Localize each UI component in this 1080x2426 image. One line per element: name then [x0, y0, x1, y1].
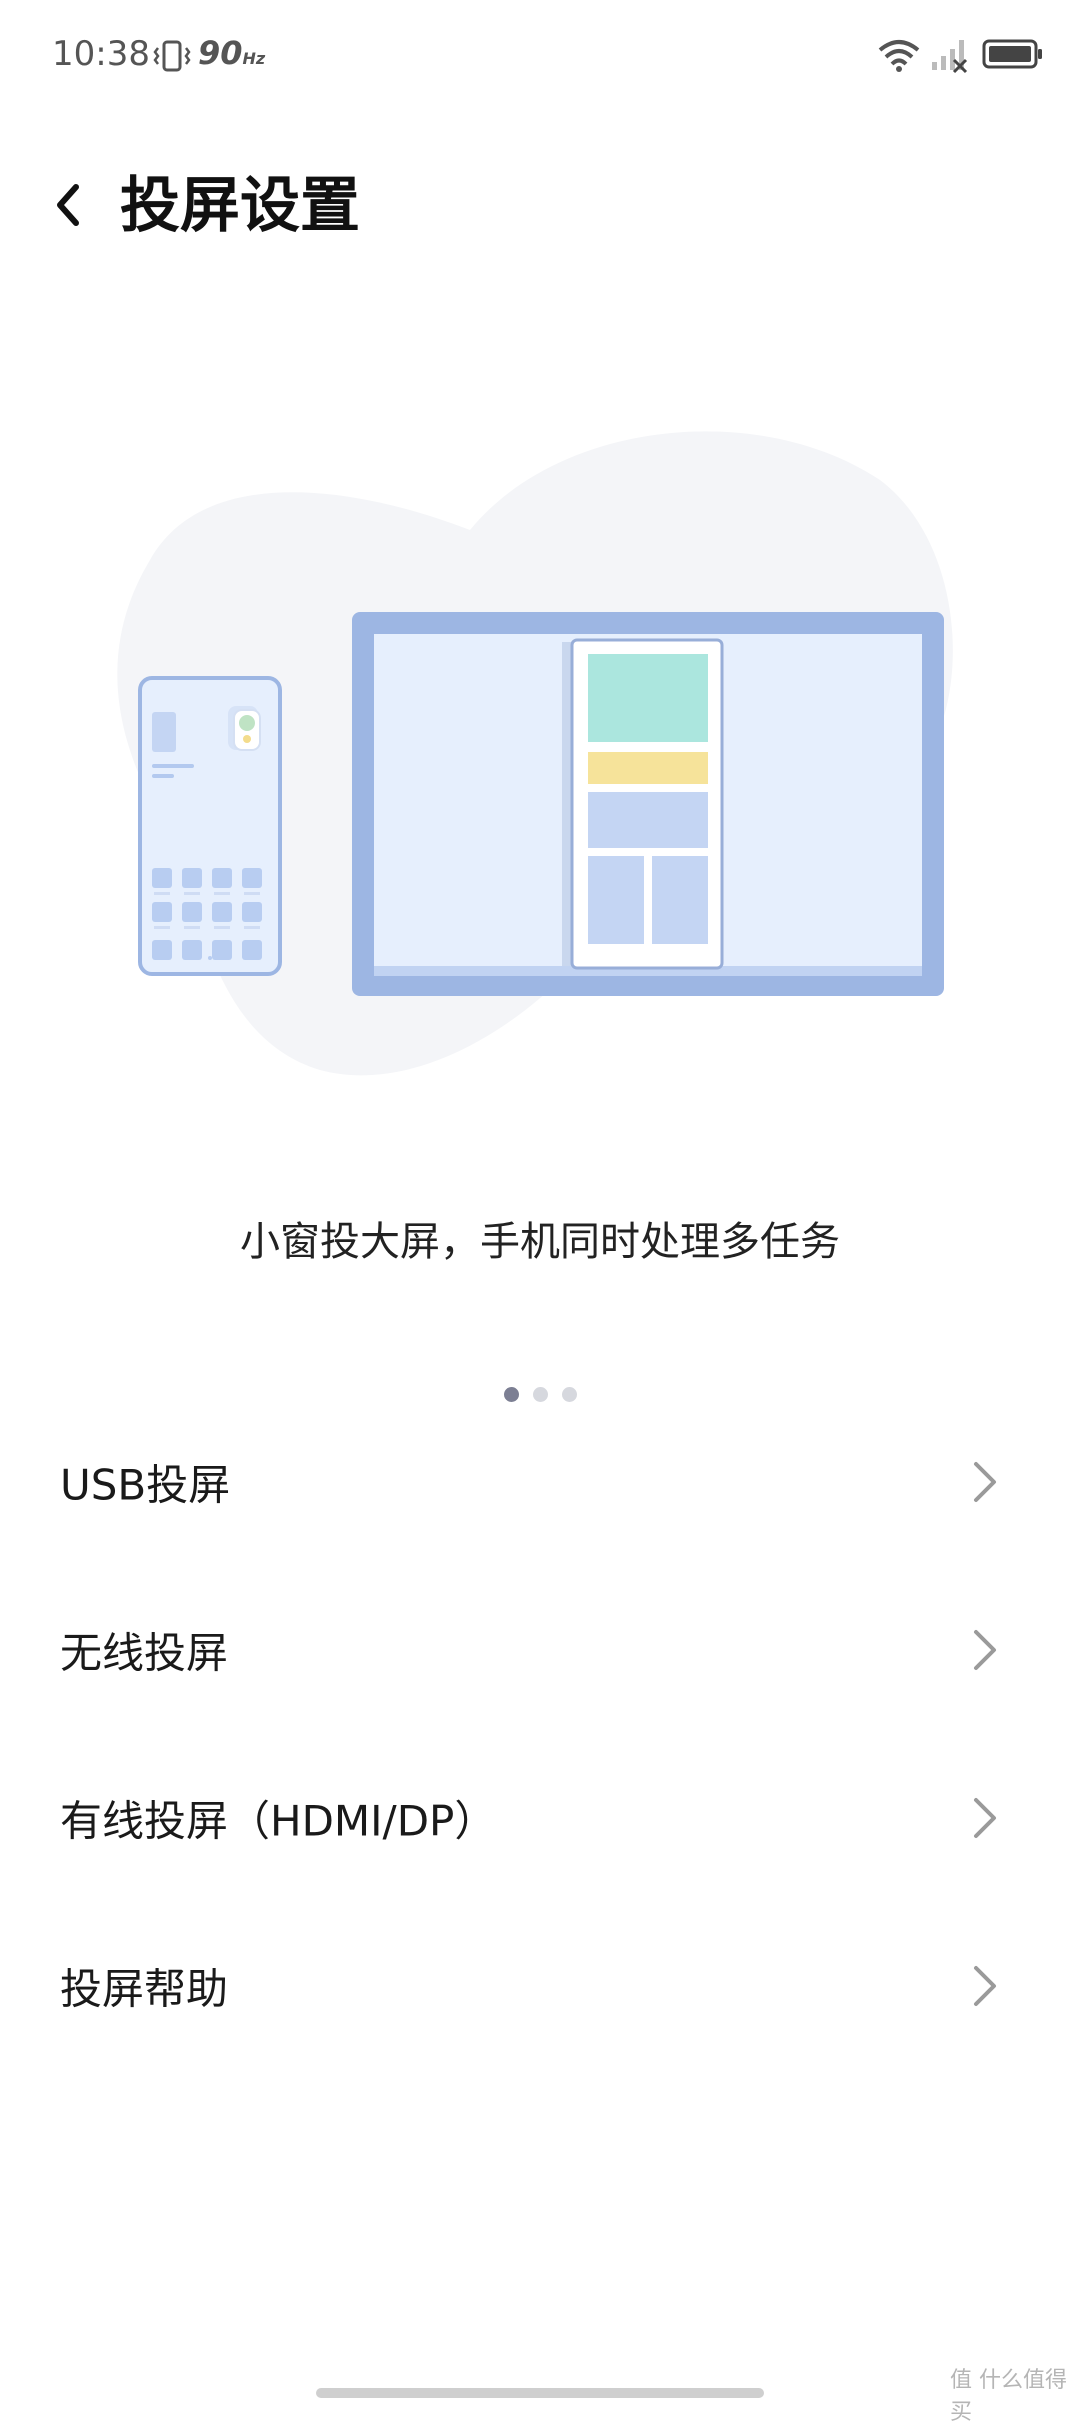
screen-cast-illustration — [117, 431, 953, 1076]
monitor-illustration — [352, 612, 944, 996]
menu-item-label: 无线投屏 — [60, 1628, 229, 1678]
refresh-rate: 90Hz — [198, 34, 266, 72]
page-title: 投屏设置 — [120, 171, 360, 241]
chevron-right-icon — [974, 1630, 996, 1670]
status-bar: 10:38 90Hz — [0, 0, 1080, 110]
menu-list: USB投屏 无线投屏 有线投屏（HDMI/DP） 投屏帮助 — [0, 1398, 1080, 2070]
phone-illustration — [138, 676, 282, 976]
chevron-right-icon — [974, 1462, 996, 1502]
chevron-right-icon — [974, 1966, 996, 2006]
chevron-left-icon — [57, 184, 79, 226]
menu-item-wireless-cast[interactable]: 无线投屏 — [0, 1566, 1080, 1734]
vibrate-icon — [153, 40, 191, 72]
back-button[interactable] — [52, 170, 112, 240]
battery-icon — [982, 39, 1042, 69]
watermark: 值 什么值得买 — [950, 2368, 1067, 2425]
wifi-icon — [878, 40, 920, 72]
menu-item-label: USB投屏 — [60, 1460, 231, 1510]
carousel-caption: 小窗投大屏，手机同时处理多任务 — [240, 1219, 840, 1265]
refresh-rate-unit: Hz — [242, 49, 266, 68]
menu-item-label: 有线投屏（HDMI/DP） — [60, 1796, 497, 1846]
home-indicator[interactable] — [316, 2388, 764, 2398]
status-time: 10:38 — [52, 34, 150, 74]
menu-item-wired-cast[interactable]: 有线投屏（HDMI/DP） — [0, 1734, 1080, 1902]
menu-item-cast-help[interactable]: 投屏帮助 — [0, 1902, 1080, 2070]
signal-icon — [932, 40, 968, 74]
menu-item-usb-cast[interactable]: USB投屏 — [0, 1398, 1080, 1566]
menu-item-label: 投屏帮助 — [60, 1964, 229, 2014]
chevron-right-icon — [974, 1798, 996, 1838]
